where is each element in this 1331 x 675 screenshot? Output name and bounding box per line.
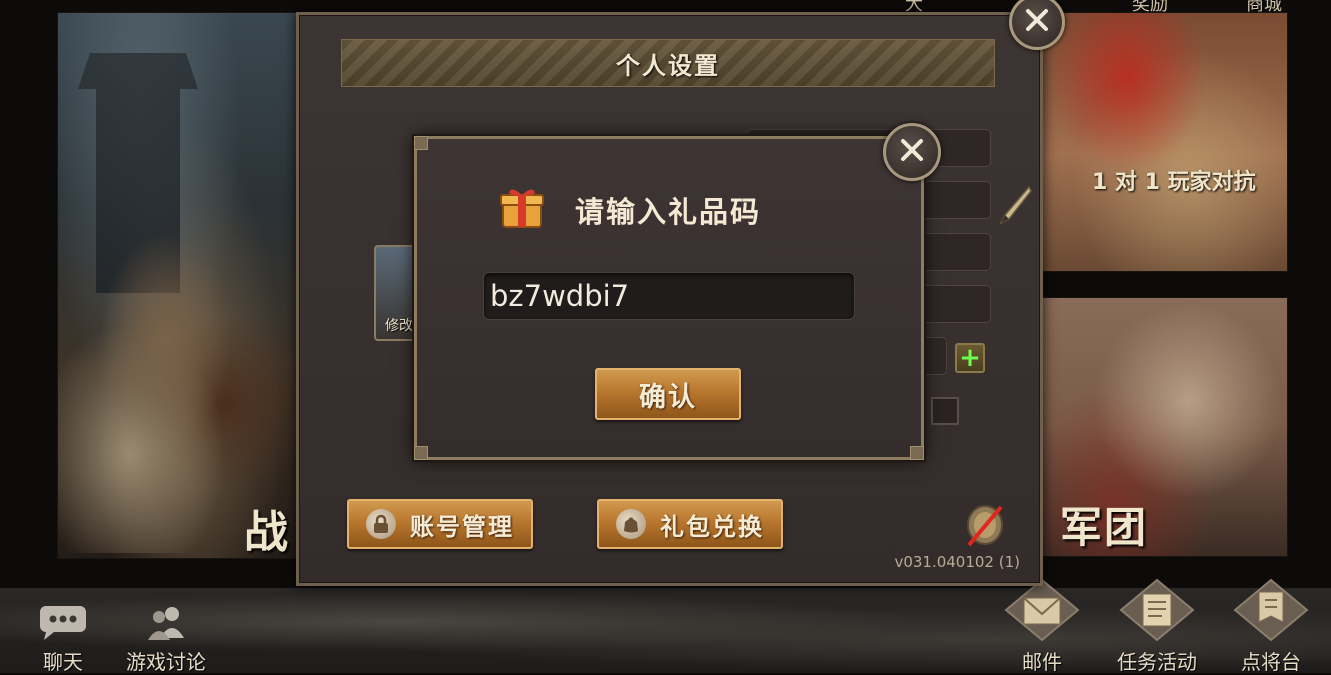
general-platform-button[interactable]: 点将台 <box>1228 576 1314 675</box>
lock-icon <box>366 509 396 539</box>
mail-button[interactable]: 邮件 <box>1002 576 1082 675</box>
pvp-mode-label: 1 对 1 玩家对抗 <box>1092 170 1256 195</box>
gift-code-input[interactable] <box>483 272 855 320</box>
chat-button[interactable]: 聊天 <box>30 604 96 675</box>
dialog-corner <box>910 446 924 460</box>
settings-header: 个人设置 <box>341 39 995 87</box>
settings-checkbox[interactable] <box>931 397 959 425</box>
people-icon <box>114 604 218 646</box>
chat-label: 聊天 <box>43 650 83 674</box>
gift-code-dialog: 请输入礼品码 确认 <box>414 136 924 460</box>
plus-icon: + <box>959 343 981 373</box>
account-management-button[interactable]: 账号管理 <box>347 499 533 549</box>
account-management-label: 账号管理 <box>410 512 514 541</box>
gift-redeem-label: 礼包兑换 <box>660 512 764 541</box>
bottom-nav-bar: 聊天 游戏讨论 邮件 任务活动 点将台 <box>0 578 1331 675</box>
close-icon <box>899 137 925 167</box>
gift-dialog-close-button[interactable] <box>883 123 941 181</box>
general-banner-icon <box>1228 576 1314 646</box>
mail-label: 邮件 <box>1022 650 1062 674</box>
gift-redeem-button[interactable]: 礼包兑换 <box>597 499 783 549</box>
gift-box-icon <box>499 185 545 233</box>
pvp-mode-card[interactable] <box>1040 12 1288 272</box>
battle-mode-label: 战 <box>244 507 290 558</box>
close-icon <box>1024 7 1050 37</box>
gift-dialog-title: 请输入礼品码 <box>575 195 762 229</box>
sound-muted-icon[interactable] <box>963 501 1007 555</box>
gift-bag-icon <box>616 509 646 539</box>
game-discussion-button[interactable]: 游戏讨论 <box>114 604 218 675</box>
settings-title: 个人设置 <box>616 51 720 80</box>
quest-events-button[interactable]: 任务活动 <box>1104 576 1210 675</box>
confirm-label: 确认 <box>639 381 697 413</box>
dialog-corner <box>414 136 428 150</box>
add-button[interactable]: + <box>955 343 985 373</box>
battle-mode-card[interactable] <box>57 12 299 559</box>
legion-mode-label: 军团 <box>1060 503 1149 552</box>
envelope-icon <box>1002 576 1082 646</box>
scroll-icon <box>1104 576 1210 646</box>
dialog-corner <box>414 446 428 460</box>
quest-events-label: 任务活动 <box>1117 650 1197 674</box>
pencil-icon[interactable] <box>995 185 1033 229</box>
chat-bubble-icon <box>30 604 96 646</box>
general-platform-label: 点将台 <box>1241 650 1301 674</box>
game-discussion-label: 游戏讨论 <box>126 650 206 674</box>
version-label: v031.040102 (1) <box>894 553 1020 571</box>
confirm-button[interactable]: 确认 <box>595 368 741 420</box>
